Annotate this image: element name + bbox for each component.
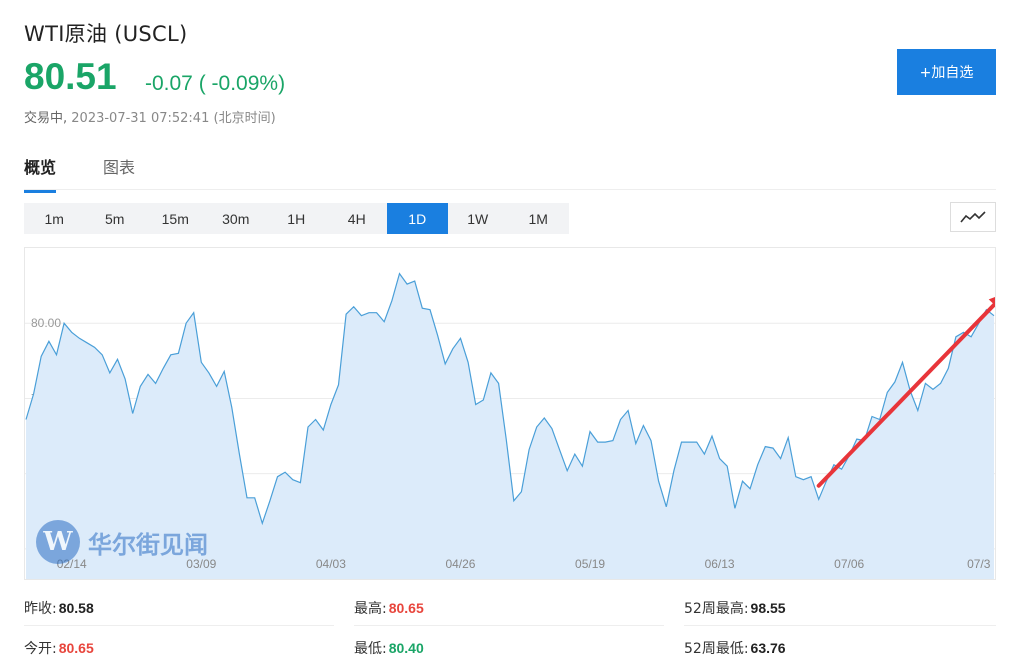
x-tick-label: 04/03	[316, 557, 346, 571]
stat-value: 63.76	[750, 639, 786, 656]
stat-value: 80.58	[58, 599, 94, 616]
period-30m[interactable]: 30m	[206, 203, 267, 234]
tab-bar: 概览 图表	[24, 150, 996, 193]
stat-52w-low: 52周最低: 63.76	[684, 630, 996, 662]
stat-value: 80.65	[58, 639, 94, 656]
period-15m[interactable]: 15m	[145, 203, 206, 234]
stat-label: 昨收:	[24, 600, 57, 617]
period-4h[interactable]: 4H	[327, 203, 388, 234]
period-selector: 1m 5m 15m 30m 1H 4H 1D 1W 1M	[24, 203, 569, 234]
price-change: -0.07 ( -0.09%)	[145, 72, 286, 95]
tab-overview[interactable]: 概览	[24, 154, 57, 193]
chart-type-button[interactable]	[950, 202, 996, 232]
tab-chart[interactable]: 图表	[103, 154, 135, 190]
period-1m[interactable]: 1m	[24, 203, 85, 234]
y-tick-label: 80.00	[31, 316, 61, 330]
period-1d[interactable]: 1D	[387, 203, 448, 234]
period-1w[interactable]: 1W	[448, 203, 509, 234]
line-chart-icon	[960, 211, 986, 223]
stat-label: 52周最高:	[684, 600, 749, 617]
stats-row: 昨收: 80.58 最高: 80.65 52周最高: 98.55	[24, 590, 996, 626]
stat-low: 最低: 80.40	[354, 630, 664, 662]
x-tick-label: 07/06	[834, 557, 864, 571]
instrument-title: WTI原油 (USCL)	[24, 22, 188, 46]
stat-open: 今开: 80.65	[24, 630, 334, 662]
stat-label: 今开:	[24, 640, 57, 657]
add-to-watchlist-button[interactable]: +加自选	[897, 49, 996, 95]
stat-value: 80.40	[388, 639, 424, 656]
period-1h[interactable]: 1H	[266, 203, 327, 234]
stat-label: 最高:	[354, 600, 387, 617]
stats-row: 今开: 80.65 最低: 80.40 52周最低: 63.76	[24, 630, 996, 662]
stat-high: 最高: 80.65	[354, 590, 664, 626]
x-tick-label: 07/3	[967, 557, 991, 571]
watermark: W 华尔街见闻	[36, 520, 208, 564]
timestamp: 2023-07-31 07:52:41	[71, 111, 210, 126]
stat-label: 52周最低:	[684, 640, 749, 657]
period-1mo[interactable]: 1M	[508, 203, 569, 234]
stat-label: 最低:	[354, 640, 387, 657]
status-label: 交易中,	[24, 111, 68, 126]
x-tick-label: 05/19	[575, 557, 605, 571]
last-price: 80.51	[24, 56, 117, 97]
watermark-text: 华尔街见闻	[88, 529, 208, 559]
stat-value: 80.65	[388, 599, 424, 616]
watermark-logo: W	[36, 520, 80, 564]
period-5m[interactable]: 5m	[85, 203, 146, 234]
x-tick-label: 04/26	[445, 557, 475, 571]
stat-prev-close: 昨收: 80.58	[24, 590, 334, 626]
timezone: (北京时间)	[213, 111, 276, 126]
x-tick-label: 06/13	[705, 557, 735, 571]
stat-52w-high: 52周最高: 98.55	[684, 590, 996, 626]
stat-value: 98.55	[750, 599, 786, 616]
trading-status: 交易中, 2023-07-31 07:52:41 (北京时间)	[24, 107, 276, 126]
